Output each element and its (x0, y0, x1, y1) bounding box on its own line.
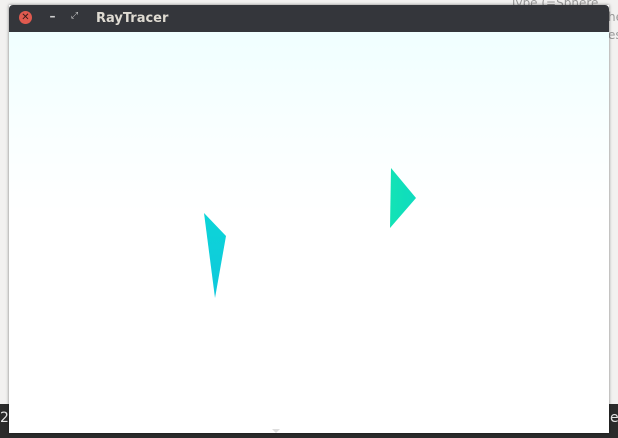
cyan-shard (204, 213, 226, 298)
render-scene (204, 168, 416, 298)
background-bottom-right-text: e (610, 410, 618, 426)
render-canvas (9, 32, 609, 433)
raytracer-window: ✕ – ⤢ RayTracer (9, 5, 609, 433)
minimize-button[interactable]: – (46, 10, 59, 23)
green-shard (390, 168, 416, 228)
background-bottom-left-text: 2 (0, 410, 9, 426)
maximize-icon: ⤢ (70, 11, 79, 21)
window-title: RayTracer (96, 11, 169, 26)
background-text-line-2: he (608, 10, 618, 24)
minimize-icon: – (49, 9, 56, 23)
bottom-notch-indicator (272, 429, 280, 433)
maximize-button[interactable]: ⤢ (68, 10, 81, 23)
close-icon: ✕ (21, 12, 30, 23)
window-titlebar[interactable]: ✕ – ⤢ RayTracer (9, 5, 609, 32)
close-button[interactable]: ✕ (19, 11, 32, 24)
background-text-line-3: es (608, 28, 618, 42)
